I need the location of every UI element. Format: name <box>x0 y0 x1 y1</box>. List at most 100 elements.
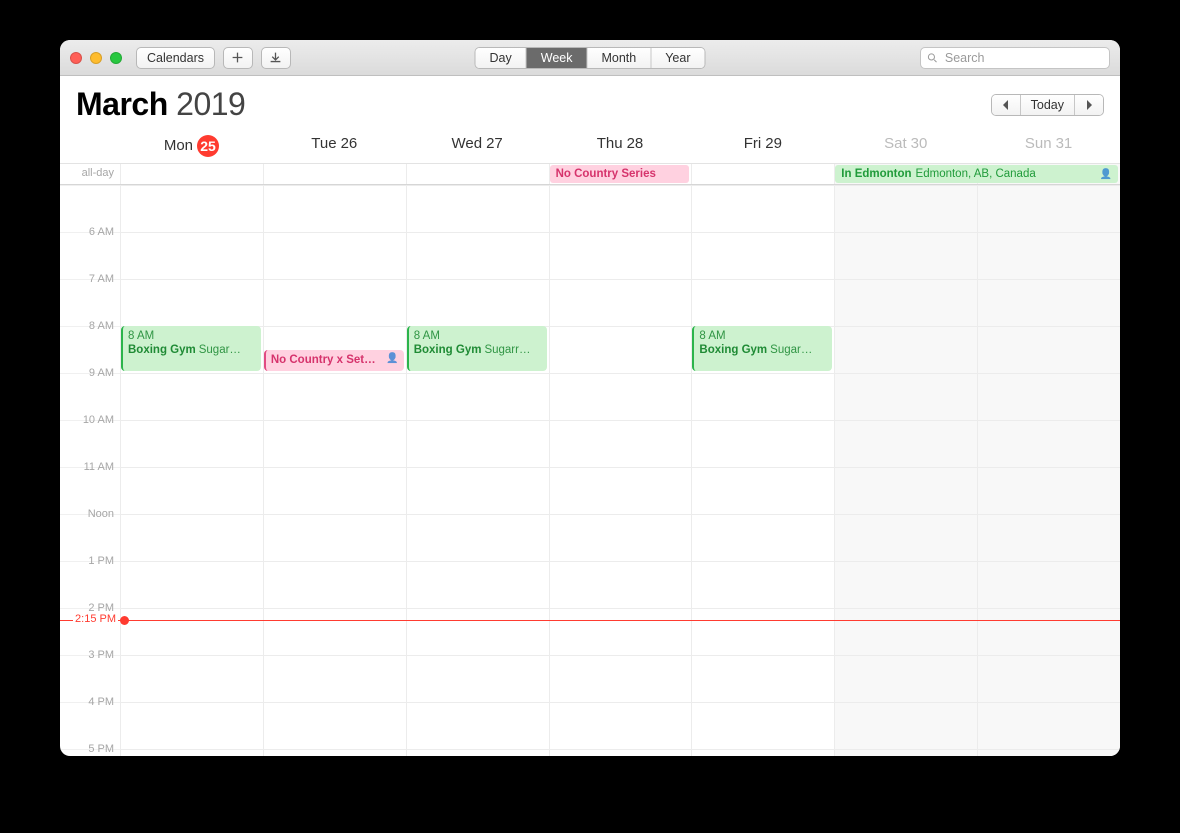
grid-cell[interactable] <box>406 655 549 702</box>
grid-cell[interactable] <box>691 561 834 608</box>
grid-cell[interactable] <box>834 467 977 514</box>
grid-cell[interactable] <box>691 232 834 279</box>
grid-cell[interactable] <box>406 514 549 561</box>
grid-cell[interactable] <box>120 420 263 467</box>
grid-cell[interactable] <box>834 373 977 420</box>
grid-cell[interactable] <box>549 279 692 326</box>
calendar-event[interactable]: No Country x Set…👤 <box>264 350 404 372</box>
grid-cell[interactable] <box>549 749 692 756</box>
grid-cell[interactable] <box>549 373 692 420</box>
grid-cell[interactable] <box>406 279 549 326</box>
grid-cell[interactable] <box>977 232 1120 279</box>
grid-cell[interactable] <box>834 279 977 326</box>
grid-cell[interactable] <box>263 185 406 232</box>
grid-cell[interactable] <box>120 749 263 756</box>
grid-cell[interactable] <box>549 467 692 514</box>
zoom-icon[interactable] <box>110 52 122 64</box>
grid-cell[interactable] <box>549 655 692 702</box>
grid-cell[interactable] <box>549 326 692 373</box>
grid-cell[interactable] <box>691 608 834 655</box>
grid-cell[interactable] <box>834 514 977 561</box>
allday-event[interactable]: In Edmonton Edmonton, AB, Canada👤 <box>835 165 1118 183</box>
grid-cell[interactable] <box>691 514 834 561</box>
grid-cell[interactable] <box>120 185 263 232</box>
minimize-icon[interactable] <box>90 52 102 64</box>
search-input[interactable] <box>943 50 1103 66</box>
grid-cell[interactable] <box>120 561 263 608</box>
grid-cell[interactable] <box>691 467 834 514</box>
grid-cell[interactable] <box>263 702 406 749</box>
grid-cell[interactable] <box>406 467 549 514</box>
grid-cell[interactable] <box>120 279 263 326</box>
grid-cell[interactable] <box>834 420 977 467</box>
today-button[interactable]: Today <box>1021 95 1075 115</box>
grid-cell[interactable] <box>120 467 263 514</box>
grid-cell[interactable] <box>834 749 977 756</box>
grid-cell[interactable] <box>406 185 549 232</box>
grid-cell[interactable] <box>263 749 406 756</box>
grid-cell[interactable] <box>120 702 263 749</box>
grid-cell[interactable] <box>120 655 263 702</box>
grid-cell[interactable] <box>834 655 977 702</box>
grid-cell[interactable] <box>549 514 692 561</box>
grid-cell[interactable] <box>263 467 406 514</box>
calendar-event[interactable]: 8 AMBoxing GymSugar… <box>121 326 261 371</box>
allday-event[interactable]: No Country Series <box>550 165 690 183</box>
grid-cell[interactable] <box>691 749 834 756</box>
close-icon[interactable] <box>70 52 82 64</box>
grid-cell[interactable] <box>263 373 406 420</box>
grid-cell[interactable] <box>691 279 834 326</box>
calendar-event[interactable]: 8 AMBoxing GymSugarr… <box>407 326 547 371</box>
next-week-button[interactable] <box>1075 95 1103 115</box>
grid-cell[interactable] <box>691 420 834 467</box>
view-tab-month[interactable]: Month <box>587 48 651 68</box>
week-scroll[interactable]: 6 AM7 AM8 AM9 AM10 AM11 AMNoon1 PM2 PM3 … <box>60 185 1120 756</box>
allday-cell[interactable] <box>120 164 263 184</box>
grid-cell[interactable] <box>549 232 692 279</box>
allday-cell[interactable] <box>691 164 834 184</box>
grid-cell[interactable] <box>406 561 549 608</box>
grid-cell[interactable] <box>691 373 834 420</box>
view-tab-year[interactable]: Year <box>651 48 704 68</box>
grid-cell[interactable] <box>549 185 692 232</box>
add-event-button[interactable] <box>223 47 253 69</box>
inbox-button[interactable] <box>261 47 291 69</box>
grid-cell[interactable] <box>120 608 263 655</box>
grid-cell[interactable] <box>120 514 263 561</box>
calendars-button[interactable]: Calendars <box>136 47 215 69</box>
grid-cell[interactable] <box>406 749 549 756</box>
grid-cell[interactable] <box>120 373 263 420</box>
grid-cell[interactable] <box>977 749 1120 756</box>
grid-cell[interactable] <box>834 561 977 608</box>
view-tab-week[interactable]: Week <box>527 48 588 68</box>
grid-cell[interactable] <box>834 185 977 232</box>
grid-cell[interactable] <box>691 655 834 702</box>
grid-cell[interactable] <box>120 232 263 279</box>
prev-week-button[interactable] <box>992 95 1021 115</box>
grid-cell[interactable] <box>549 561 692 608</box>
grid-cell[interactable] <box>263 608 406 655</box>
grid-cell[interactable] <box>834 326 977 373</box>
grid-cell[interactable] <box>406 702 549 749</box>
grid-cell[interactable] <box>977 655 1120 702</box>
grid-cell[interactable] <box>406 608 549 655</box>
grid-cell[interactable] <box>977 185 1120 232</box>
grid-cell[interactable] <box>406 373 549 420</box>
grid-cell[interactable] <box>977 608 1120 655</box>
view-tab-day[interactable]: Day <box>476 48 527 68</box>
grid-cell[interactable] <box>834 232 977 279</box>
grid-cell[interactable] <box>977 467 1120 514</box>
grid-cell[interactable] <box>977 514 1120 561</box>
grid-cell[interactable] <box>691 185 834 232</box>
grid-cell[interactable] <box>834 608 977 655</box>
allday-cell[interactable] <box>263 164 406 184</box>
search-field[interactable] <box>920 47 1110 69</box>
grid-cell[interactable] <box>977 702 1120 749</box>
grid-cell[interactable] <box>977 326 1120 373</box>
grid-cell[interactable] <box>263 655 406 702</box>
grid-cell[interactable] <box>549 608 692 655</box>
grid-cell[interactable] <box>263 514 406 561</box>
grid-cell[interactable] <box>406 232 549 279</box>
grid-cell[interactable] <box>977 279 1120 326</box>
allday-cell[interactable] <box>406 164 549 184</box>
